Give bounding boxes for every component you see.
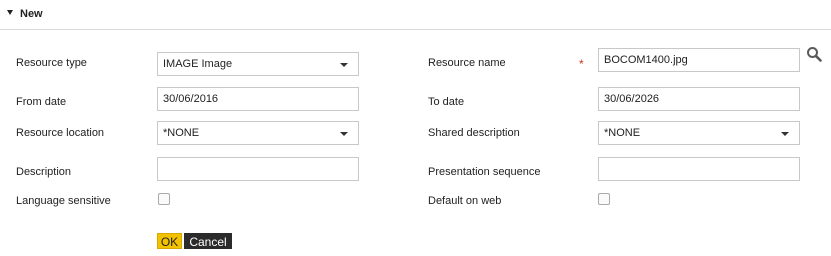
default-on-web-checkbox[interactable]	[598, 193, 610, 205]
shared-description-select[interactable]: *NONE	[598, 121, 800, 145]
presentation-sequence-label: Presentation sequence	[428, 166, 541, 178]
shared-description-label: Shared description	[428, 127, 520, 139]
from-date-label: From date	[16, 96, 67, 108]
resource-type-label: Resource type	[16, 57, 87, 69]
to-date-input[interactable]	[598, 87, 800, 111]
default-on-web-label: Default on web	[428, 195, 502, 207]
resource-name-input[interactable]	[598, 48, 800, 72]
section-title: New	[20, 8, 43, 20]
resource-type-select[interactable]: IMAGE Image	[157, 52, 359, 76]
required-marker: *	[579, 57, 584, 71]
chevron-down-icon	[781, 132, 789, 136]
search-icon[interactable]	[806, 46, 822, 62]
chevron-down-icon	[340, 132, 348, 136]
from-date-input[interactable]	[157, 87, 359, 111]
cancel-button[interactable]: Cancel	[184, 233, 232, 249]
resource-type-value: IMAGE Image	[163, 58, 233, 70]
resource-location-select[interactable]: *NONE	[157, 121, 359, 145]
language-sensitive-label: Language sensitive	[16, 195, 111, 207]
resource-location-label: Resource location	[16, 127, 105, 139]
description-input[interactable]	[157, 157, 359, 181]
chevron-down-icon	[340, 63, 348, 67]
caret-down-icon[interactable]	[7, 10, 13, 15]
resource-name-label: Resource name	[428, 57, 506, 69]
section-header[interactable]: New	[0, 0, 831, 30]
ok-button[interactable]: OK	[157, 233, 182, 249]
shared-description-value: *NONE	[604, 127, 641, 139]
presentation-sequence-input[interactable]	[598, 157, 800, 181]
section-divider	[0, 29, 831, 30]
language-sensitive-checkbox[interactable]	[158, 193, 170, 205]
description-label: Description	[16, 166, 72, 178]
resource-location-value: *NONE	[163, 127, 200, 139]
to-date-label: To date	[428, 96, 465, 108]
